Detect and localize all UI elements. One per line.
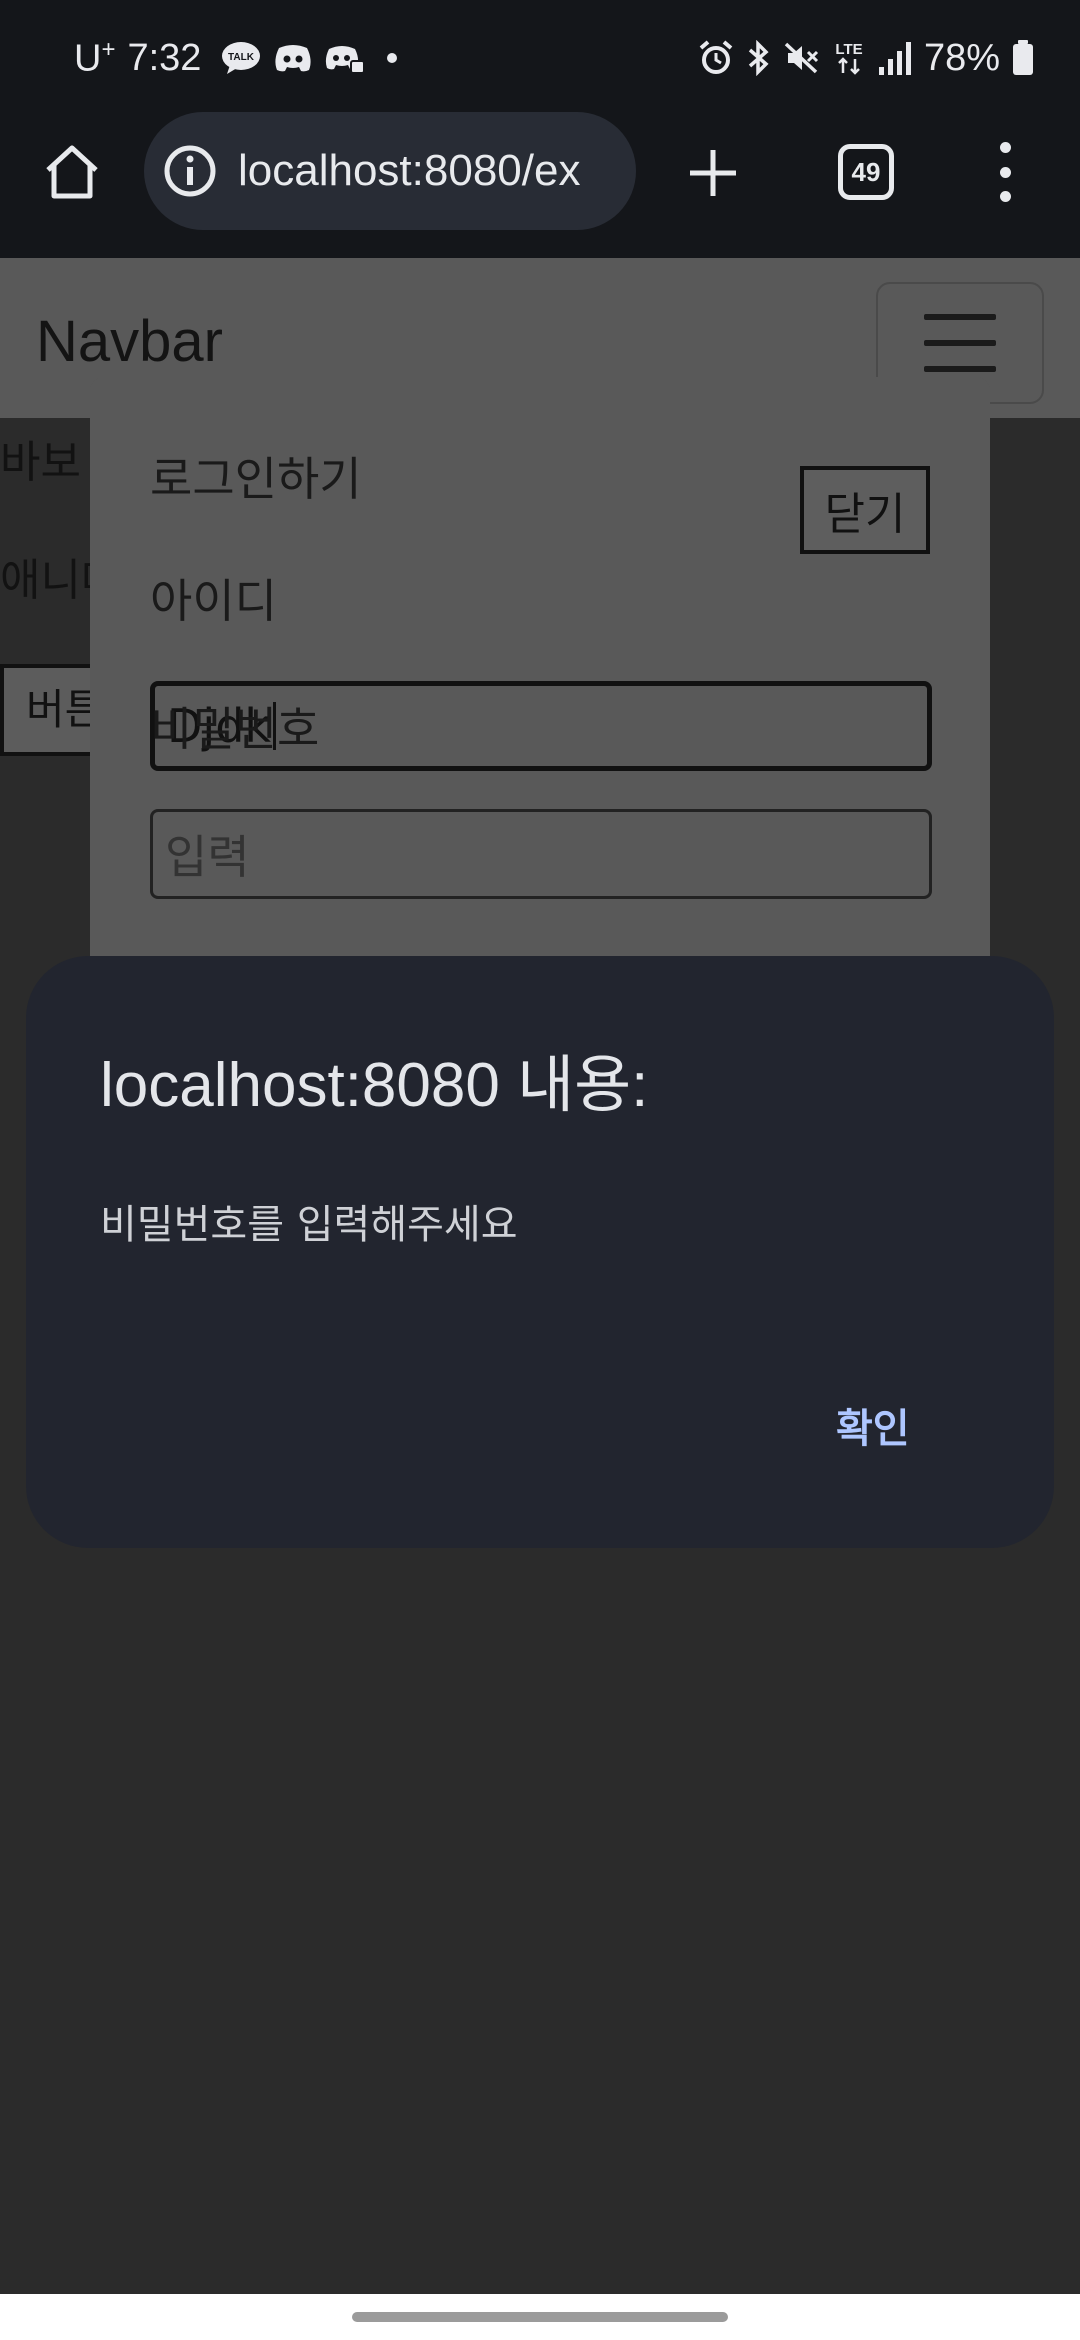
menu-dot	[999, 191, 1011, 202]
kakaotalk-icon: TALK	[221, 41, 261, 75]
menu-dot	[999, 166, 1011, 178]
address-bar[interactable]: localhost:8080/ex	[144, 112, 636, 230]
home-icon	[46, 145, 98, 199]
svg-text:LTE: LTE	[835, 41, 862, 58]
svg-text:TALK: TALK	[228, 52, 255, 63]
login-modal: 로그인하기 닫기 아이디 Djdk 비밀번호 입력	[90, 377, 990, 977]
plus-icon	[690, 150, 736, 196]
home-gesture-handle[interactable]	[352, 2312, 728, 2322]
discord-icon	[273, 42, 313, 74]
tab-switcher-button[interactable]: 49	[838, 144, 894, 200]
battery-icon	[1012, 40, 1034, 76]
alert-title: localhost:8080 내용:	[100, 1051, 649, 1120]
browser-toolbar: localhost:8080/ex 49	[0, 112, 1080, 258]
clock: 7:32	[127, 36, 202, 79]
password-label: 비밀번호	[150, 702, 320, 756]
signal-icon	[878, 40, 912, 76]
lte-icon: LTE	[832, 39, 866, 77]
discord-icon	[325, 41, 366, 75]
status-right: LTE 78%	[698, 28, 1034, 88]
more-menu-button[interactable]	[990, 142, 1020, 202]
password-placeholder: 입력	[165, 830, 250, 884]
hamburger-line	[924, 314, 996, 320]
navbar-brand[interactable]: Navbar	[36, 308, 223, 375]
bluetooth-icon	[746, 40, 772, 76]
hamburger-line	[924, 366, 996, 372]
status-left: U+ 7:32 TALK	[74, 28, 407, 88]
mute-icon	[784, 40, 820, 76]
gesture-nav-bar	[0, 2294, 1080, 2340]
dot-icon	[377, 43, 407, 73]
alarm-icon	[698, 40, 734, 76]
new-tab-button[interactable]	[682, 142, 744, 204]
home-button[interactable]	[40, 140, 104, 204]
password-input[interactable]: 입력	[150, 809, 932, 899]
info-icon[interactable]	[162, 143, 218, 199]
alert-dialog: localhost:8080 내용: 비밀번호를 입력해주세요 확인	[26, 956, 1054, 1548]
menu-dot	[999, 142, 1011, 153]
hamburger-line	[924, 340, 996, 346]
close-button[interactable]: 닫기	[800, 466, 930, 554]
battery-percent: 78%	[923, 36, 1000, 79]
page-text-1: 바보	[0, 437, 81, 488]
url-text[interactable]: localhost:8080/ex	[238, 146, 580, 196]
id-label: 아이디	[150, 574, 277, 628]
status-bar: U+ 7:32 TALK LTE 78%	[0, 0, 1080, 112]
ok-button[interactable]: 확인	[836, 1396, 910, 1454]
modal-title: 로그인하기	[150, 452, 362, 506]
alert-message: 비밀번호를 입력해주세요	[100, 1202, 518, 1248]
carrier-label: U+	[74, 35, 116, 80]
